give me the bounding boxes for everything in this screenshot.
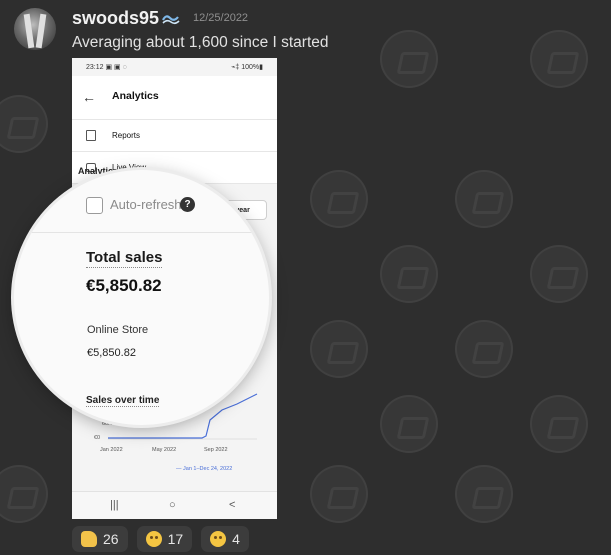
wave-badge-icon [162, 15, 180, 25]
thumbs-up-icon [81, 531, 97, 547]
watermark-logo [0, 465, 48, 523]
sales-over-time-label: Sales over time [86, 395, 160, 407]
menu-item-reports[interactable]: Reports [72, 120, 277, 152]
recents-icon[interactable]: ||| [110, 499, 119, 511]
watermark-logo [530, 245, 588, 303]
x-tick-label: May 2022 [152, 447, 177, 453]
android-nav-bar: ||| ○ < [72, 491, 277, 519]
watermark-logo [380, 30, 438, 88]
menu-item-label: Reports [112, 131, 141, 140]
user-avatar[interactable] [14, 8, 56, 50]
status-battery: ⌁‡ 100%▮ [231, 64, 263, 71]
help-icon[interactable]: ? [180, 197, 195, 212]
total-sales-value: €5,850.82 [86, 276, 162, 295]
app-bar: ← Analytics [72, 76, 277, 120]
watermark-logo [455, 465, 513, 523]
watermark-logo [310, 465, 368, 523]
phone-status-bar: 23:12 ▣ ▣ ◌ ⌁‡ 100%▮ [72, 58, 277, 76]
reactions-bar: 26 17 4 [72, 526, 249, 552]
status-time: 23:12 [86, 64, 104, 71]
reaction-count: 4 [232, 531, 240, 547]
report-icon [86, 130, 96, 141]
home-icon[interactable]: ○ [169, 499, 176, 511]
x-tick-label: Jan 2022 [100, 447, 123, 453]
app-bar-title: Analytics [112, 90, 159, 102]
online-store-label: Online Store [87, 324, 149, 336]
watermark-logo [310, 170, 368, 228]
watermark-logo [455, 170, 513, 228]
post-username[interactable]: swoods95 [72, 8, 159, 29]
watermark-logo [530, 30, 588, 88]
online-store-value: €5,850.82 [87, 347, 136, 359]
back-arrow-icon[interactable]: ← [82, 89, 96, 105]
smiling-face-icon [210, 531, 227, 547]
x-tick-label: Sep 2022 [204, 447, 228, 453]
status-notification-icons: ▣ ▣ ◌ [105, 64, 127, 71]
back-nav-icon[interactable]: < [229, 499, 235, 511]
auto-refresh-label: Auto-refresh [110, 197, 182, 212]
watermark-logo [530, 395, 588, 453]
watermark-logo [455, 320, 513, 378]
watermark-logo [310, 320, 368, 378]
reaction-count: 17 [167, 531, 184, 547]
total-sales-label: Total sales [86, 249, 163, 268]
watermark-logo [380, 245, 438, 303]
reaction-grinning[interactable]: 17 [136, 526, 193, 552]
divider [14, 232, 269, 233]
legend-entry: — Jan 1–Dec 24, 2022 [176, 466, 233, 472]
reaction-smiling[interactable]: 4 [201, 526, 249, 552]
watermark-logo [0, 95, 48, 153]
post-message: Averaging about 1,600 since I started [72, 34, 329, 51]
magnifier-lens: Auto-refresh ? Total sales €5,850.82 Onl… [14, 170, 269, 425]
watermark-logo [380, 395, 438, 453]
grinning-face-icon [145, 531, 162, 547]
reaction-thumbs-up[interactable]: 26 [72, 526, 128, 552]
auto-refresh-checkbox[interactable] [86, 197, 103, 214]
reaction-count: 26 [103, 531, 119, 547]
post-date: 12/25/2022 [193, 12, 249, 24]
